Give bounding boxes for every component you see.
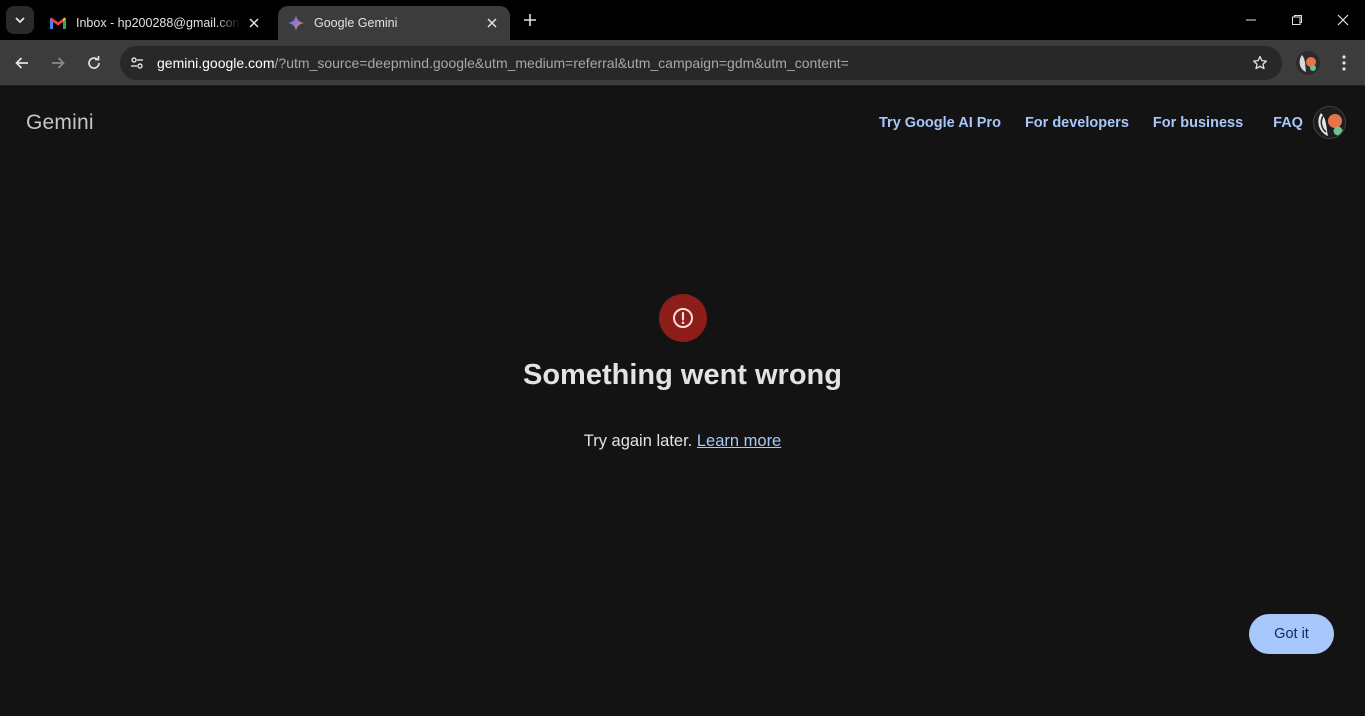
close-icon[interactable] (246, 15, 262, 31)
close-icon[interactable] (484, 15, 500, 31)
restore-button[interactable] (1274, 0, 1320, 40)
gemini-sparkle-icon (288, 15, 304, 31)
got-it-button[interactable]: Got it (1249, 614, 1334, 654)
arrow-right-icon (52, 57, 65, 69)
avatar-icon (1314, 107, 1345, 138)
avatar-icon (1296, 51, 1320, 75)
gmail-icon (50, 15, 66, 31)
url-path: /?utm_source=deepmind.google&utm_medium=… (274, 55, 849, 71)
plus-icon (524, 14, 536, 26)
nav-for-business-link[interactable]: For business (1153, 115, 1243, 131)
tab-title: Inbox - hp200288@gmail.com - Gmail (76, 16, 240, 30)
gemini-logo[interactable]: Gemini (26, 111, 94, 135)
tune-icon (131, 57, 143, 69)
top-nav: Try Google AI Pro For developers For bus… (879, 115, 1303, 131)
arrow-left-icon (15, 57, 28, 69)
more-vert-icon (1342, 55, 1346, 71)
minimize-button[interactable] (1228, 0, 1274, 40)
window-close-button[interactable] (1320, 0, 1365, 40)
url-host: gemini.google.com (157, 55, 275, 71)
restore-icon (1292, 15, 1302, 25)
browser-menu-button[interactable] (1332, 51, 1356, 75)
minimize-icon (1246, 19, 1256, 21)
browser-toolbar: gemini.google.com/?utm_source=deepmind.g… (0, 40, 1365, 86)
url-text[interactable]: gemini.google.com/?utm_source=deepmind.g… (157, 55, 849, 71)
error-circle-icon (673, 308, 693, 328)
site-info-button[interactable] (123, 49, 151, 77)
nav-faq-link[interactable]: FAQ (1273, 115, 1303, 131)
chevron-down-icon (15, 17, 25, 24)
reload-button[interactable] (80, 49, 108, 77)
forward-button[interactable] (44, 49, 72, 77)
reload-icon (88, 56, 100, 69)
error-title: Something went wrong (523, 359, 842, 391)
tab-strip: Inbox - hp200288@gmail.com - Gmail Googl… (0, 0, 1365, 40)
error-badge (659, 294, 707, 342)
back-button[interactable] (8, 49, 36, 77)
close-icon (1337, 14, 1349, 26)
error-message: Try again later. Learn more (0, 432, 1365, 451)
tab-search-button[interactable] (6, 6, 34, 34)
error-message-text: Try again later. (583, 432, 693, 450)
nav-for-developers-link[interactable]: For developers (1025, 115, 1129, 131)
tab-title: Google Gemini (314, 16, 398, 30)
tab-gmail[interactable]: Inbox - hp200288@gmail.com - Gmail (40, 6, 272, 40)
page-content: Gemini Try Google AI Pro For developers … (0, 87, 1365, 716)
new-tab-button[interactable] (518, 8, 542, 32)
address-bar[interactable]: gemini.google.com/?utm_source=deepmind.g… (120, 46, 1282, 80)
bookmark-star-icon[interactable] (1250, 53, 1270, 73)
profile-avatar-button[interactable] (1296, 51, 1320, 75)
nav-try-ai-pro-link[interactable]: Try Google AI Pro (879, 115, 1001, 131)
tab-gemini[interactable]: Google Gemini (278, 6, 510, 40)
learn-more-link[interactable]: Learn more (697, 432, 781, 450)
account-avatar[interactable] (1313, 106, 1346, 139)
